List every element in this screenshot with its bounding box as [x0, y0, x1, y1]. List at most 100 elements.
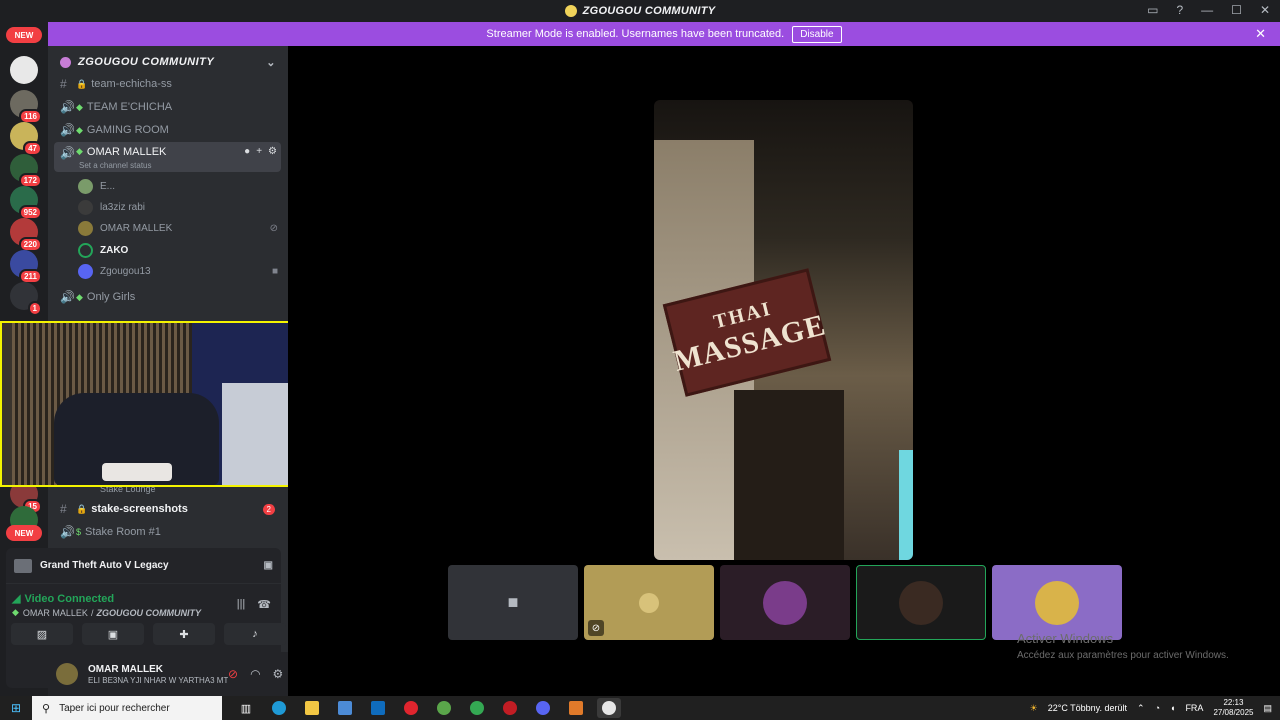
server-icon[interactable]: 47: [10, 122, 42, 156]
channel-label: TEAM E'CHICHA: [86, 101, 173, 113]
task-view-icon[interactable]: ▥: [234, 698, 258, 718]
noise-suppression-icon[interactable]: |||: [237, 598, 246, 611]
new-pill[interactable]: NEW: [6, 27, 42, 43]
close-banner-icon[interactable]: ✕: [1255, 26, 1266, 42]
screen-share-icon[interactable]: ▣: [264, 560, 273, 571]
mic-muted-icon[interactable]: ⊘: [228, 667, 238, 681]
connection-tools: ||| ☎: [237, 598, 271, 611]
file-explorer-icon[interactable]: [300, 698, 324, 718]
user-info[interactable]: OMAR MALLEK ELI BE3NA YJI NHAR W YARTHA3…: [88, 664, 228, 685]
leaf-icon: ◆: [76, 124, 83, 135]
volume-icon[interactable]: ◖: [1170, 703, 1175, 713]
camera-preview[interactable]: [0, 321, 296, 487]
disable-streamer-mode-button[interactable]: Disable: [792, 25, 842, 43]
chrome-icon[interactable]: [465, 698, 489, 718]
discord-icon[interactable]: [531, 698, 555, 718]
lock-icon: 🔒: [76, 78, 88, 89]
app-logo-icon: [564, 5, 577, 17]
invite-icon[interactable]: +: [256, 146, 262, 157]
gear-icon[interactable]: ⚙: [273, 667, 284, 681]
lock-icon: 🔒: [76, 503, 88, 514]
share-screen-button[interactable]: ▣: [82, 623, 144, 645]
clock[interactable]: 22:13 27/08/2025: [1213, 698, 1253, 718]
server-icon[interactable]: 1: [10, 282, 42, 316]
user-controls: ⊘ ◠ ⚙: [228, 667, 283, 681]
activity-row: Grand Theft Auto V Legacy ▣: [6, 548, 281, 584]
username: OMAR MALLEK: [88, 663, 163, 675]
member-name: OMAR MALLEK: [100, 222, 173, 234]
headphones-icon[interactable]: ◠: [250, 667, 260, 681]
voice-member[interactable]: OMAR MALLEK ⊘: [78, 218, 278, 238]
taskbar-search[interactable]: ⚲ Taper ici pour rechercher: [32, 696, 222, 720]
participant-tile[interactable]: ■: [448, 565, 578, 640]
channel-only-girls[interactable]: 🔊 ◆ Only Girls: [54, 286, 281, 308]
participant-tile-speaking[interactable]: [856, 565, 986, 640]
utorrent-icon[interactable]: [432, 698, 456, 718]
maximize-button[interactable]: ☐: [1231, 3, 1242, 17]
connection-location[interactable]: ◆ OMAR MALLEK / ZGOUGOU COMMUNITY: [12, 607, 275, 618]
gear-icon[interactable]: ⚙: [268, 146, 277, 157]
taskbar-apps: ▥: [234, 698, 621, 718]
channel-stake-room[interactable]: 🔊 $ Stake Room #1: [54, 521, 281, 543]
voice-channel-icon: 🔊: [60, 146, 75, 160]
voice-member[interactable]: E...: [78, 176, 278, 196]
chevron-down-icon[interactable]: ⌄: [266, 56, 276, 69]
windows-start-icon[interactable]: ⊞: [0, 701, 32, 715]
minimize-button[interactable]: —: [1201, 3, 1213, 17]
server-icon[interactable]: [10, 56, 38, 84]
weather-text[interactable]: 22°C Többny. derült: [1048, 703, 1127, 713]
network-icon[interactable]: ◔: [1155, 703, 1160, 713]
app-icon[interactable]: [498, 698, 522, 718]
voice-member[interactable]: ZAKO: [78, 240, 278, 260]
signal-icon: ◢: [12, 593, 21, 605]
channel-team-echicha-ss[interactable]: # 🔒 team-echicha-ss: [54, 73, 281, 95]
app-icon[interactable]: [564, 698, 588, 718]
participant-tile[interactable]: ⊘: [584, 565, 714, 640]
inbox-icon[interactable]: ▭: [1147, 3, 1158, 17]
watermark-title: Activer Windows: [1017, 631, 1114, 646]
edge-icon[interactable]: [267, 698, 291, 718]
chat-icon[interactable]: ●: [244, 146, 250, 157]
language-indicator[interactable]: FRA: [1185, 703, 1203, 713]
server-icon[interactable]: 172: [10, 154, 42, 188]
server-badge-icon: [60, 56, 71, 68]
store-icon[interactable]: [333, 698, 357, 718]
server-icon[interactable]: 116: [10, 90, 42, 124]
tray-overflow-icon[interactable]: ⌃: [1137, 703, 1145, 714]
soundboard-button[interactable]: ♪: [224, 623, 286, 645]
voice-member[interactable]: Zgougou13 ■: [78, 261, 278, 281]
server-icon[interactable]: 952: [10, 186, 42, 220]
activities-button[interactable]: ✚: [153, 623, 215, 645]
server-icon[interactable]: 211: [10, 250, 42, 284]
voice-member[interactable]: la3ziz rabi: [78, 197, 278, 217]
channel-omar-mallek[interactable]: 🔊 ◆ OMAR MALLEK ● + ⚙ Set a channel stat…: [54, 142, 281, 172]
participant-tile[interactable]: [720, 565, 850, 640]
disconnect-icon[interactable]: ☎: [257, 598, 271, 611]
participant-tiles: ■ ⊘: [448, 565, 1122, 640]
user-panel: OMAR MALLEK ELI BE3NA YJI NHAR W YARTHA3…: [48, 652, 288, 696]
close-button[interactable]: ✕: [1260, 3, 1270, 17]
opera-icon[interactable]: [399, 698, 423, 718]
focused-video[interactable]: THAI MASSAGE: [654, 100, 913, 560]
avatar: [1035, 580, 1079, 625]
camera-off-button[interactable]: ▨: [11, 623, 73, 645]
video-background: [734, 390, 844, 560]
server-icon[interactable]: 220: [10, 218, 42, 252]
channel-stake-screenshots[interactable]: # 🔒 stake-screenshots 2: [54, 498, 281, 520]
voice-channel-icon: 🔊: [60, 525, 75, 539]
participant-tile[interactable]: [992, 565, 1122, 640]
channel-gaming-room[interactable]: 🔊 ◆ GAMING ROOM: [54, 119, 281, 141]
outlook-icon[interactable]: [366, 698, 390, 718]
new-pill[interactable]: NEW: [6, 525, 42, 541]
channel-team-echicha[interactable]: 🔊 ◆ TEAM E'CHICHA: [54, 96, 281, 118]
active-app-icon[interactable]: [597, 698, 621, 718]
notifications-icon[interactable]: ▤: [1263, 703, 1272, 714]
channel-status[interactable]: Set a channel status: [79, 161, 152, 170]
voice-channel-icon: 🔊: [60, 100, 75, 114]
avatar: [763, 580, 807, 625]
activation-watermark: Activer Windows Accédez aux paramètres p…: [1017, 631, 1229, 661]
avatar[interactable]: [56, 663, 78, 685]
help-icon[interactable]: ?: [1176, 3, 1183, 17]
voice-buttons: ▨ ▣ ✚ ♪: [11, 623, 286, 645]
voice-connection: ◢ Video Connected ◆ OMAR MALLEK / ZGOUGO…: [6, 584, 281, 618]
